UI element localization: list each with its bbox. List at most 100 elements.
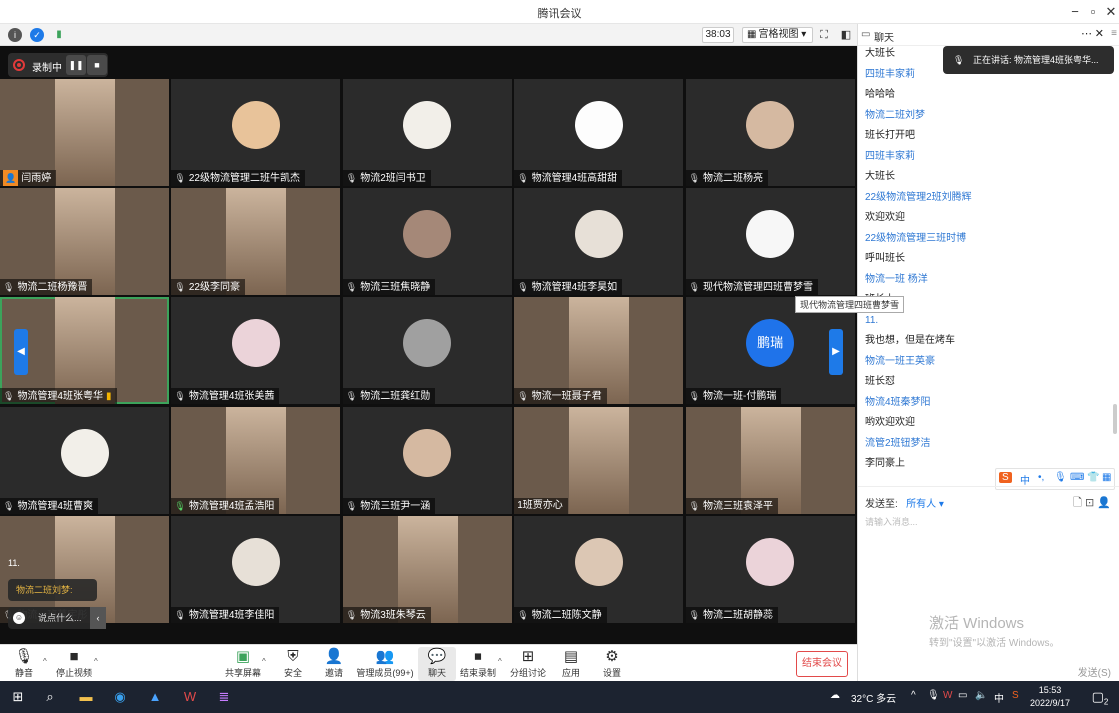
participant-tile[interactable]: 🎙 物流二班杨豫晋 xyxy=(0,188,169,296)
stop-video-button[interactable]: ■ 停止视频 xyxy=(52,647,96,681)
emoji-icon[interactable]: ☺ xyxy=(13,612,25,624)
end-meeting-button[interactable]: 结束会议 xyxy=(796,651,848,677)
pause-record-button[interactable]: ❚❚ xyxy=(66,55,86,75)
view-switch-button[interactable]: ▦ 宫格视图 ▾ xyxy=(742,27,814,43)
volume-icon[interactable]: 🔈 xyxy=(975,690,987,701)
participant-name-text: 物流二班龚红勋 xyxy=(360,391,431,403)
participant-tile[interactable]: 🎙 物流二班陈文静 xyxy=(514,515,684,623)
info-icon[interactable]: i xyxy=(8,28,22,42)
participant-tile[interactable]: 🎙 物流管理4班高甜甜 xyxy=(514,79,684,186)
participant-tile[interactable]: 🎙 物流一班聂子君 xyxy=(514,297,684,405)
participant-tile[interactable]: 🎙 物流管理4班孟浩阳 xyxy=(171,406,341,514)
float-chat-input[interactable]: ☺ 说点什么... ‹ xyxy=(8,607,106,629)
mic-tray-icon[interactable]: 🎙 xyxy=(927,690,940,701)
sogou-icon[interactable]: S xyxy=(999,472,1012,483)
microphone-muted-icon: 🎙 xyxy=(345,500,358,511)
participant-name: 🎙 物流三班焦晓静 xyxy=(342,279,436,296)
microphone-muted-icon: 🎙 xyxy=(345,391,358,402)
participant-tile[interactable]: 🎙 物流3班朱琴云 xyxy=(342,515,512,623)
ime-chinese-icon[interactable]: 中 xyxy=(1020,472,1030,487)
participant-tile[interactable]: 🎙 物流管理4班李佳阳 xyxy=(171,515,341,623)
participant-tile[interactable]: 🎙 物流三班尹一涵 xyxy=(342,406,512,514)
participant-tile[interactable]: 🎙 22级物流管理二班牛凯杰 xyxy=(171,79,341,186)
participant-tile[interactable]: 1班贾亦心 xyxy=(514,406,684,514)
wps-icon[interactable]: W xyxy=(180,687,200,707)
fullscreen-icon[interactable]: ⛶ xyxy=(817,28,831,42)
next-page-arrow[interactable]: ▶ xyxy=(829,329,843,375)
share-screen-button[interactable]: ▣ 共享屏幕 xyxy=(221,647,265,681)
weather-icon[interactable]: ☁ xyxy=(830,690,840,701)
record-chevron-icon[interactable]: ^ xyxy=(498,657,502,666)
close-icon[interactable]: ✕ xyxy=(1095,27,1104,40)
participant-tile[interactable]: 🎙 物流管理4班李昊如 xyxy=(514,188,684,296)
ime-keyboard-icon[interactable]: ⌨ xyxy=(1070,472,1084,483)
participant-name-text: 22级李同豪 xyxy=(188,282,240,294)
manage-members-button[interactable]: 👥 管理成员(99+) xyxy=(356,647,414,681)
weather-text[interactable]: 32°C 多云 xyxy=(851,690,896,705)
participant-tile[interactable]: 🎙 物流二班龚红勋 xyxy=(342,297,512,405)
participant-tile[interactable]: 👤 闫雨婷 xyxy=(0,79,169,186)
notification-icon[interactable]: ▢2 xyxy=(1090,687,1110,707)
signal-icon[interactable]: ▮ xyxy=(52,28,66,42)
invite-button[interactable]: 👤 邀请 xyxy=(312,647,356,681)
ime-skin-icon[interactable]: 👕 xyxy=(1087,472,1099,483)
chat-button[interactable]: 💬 聊天 xyxy=(418,647,456,681)
participant-tile[interactable]: 🎙 物流三班焦晓静 xyxy=(342,188,512,296)
ime-lang[interactable]: 中 xyxy=(994,690,1004,705)
avatar: 鹏瑞 xyxy=(746,319,795,368)
collapse-chevron-icon[interactable]: ‹ xyxy=(90,607,106,629)
meeting-app-icon[interactable]: ▲ xyxy=(145,687,165,707)
chat-icon: 💬 xyxy=(427,648,447,665)
file-icon[interactable]: 🗋 xyxy=(1073,497,1082,509)
participant-tile[interactable]: 🎙 22级李同豪 xyxy=(171,188,341,296)
stop-record-button[interactable]: ■ xyxy=(87,55,107,75)
network-icon[interactable]: ▭ xyxy=(958,690,967,701)
close-icon[interactable]: ✕ xyxy=(1100,3,1119,21)
prev-page-arrow[interactable]: ◀ xyxy=(14,329,28,375)
participant-tile[interactable]: 🎙 物流二班杨亮 xyxy=(685,79,855,186)
clock[interactable]: 15:53 2022/9/17 xyxy=(1030,684,1070,710)
chevron-down-icon[interactable]: ▾ xyxy=(936,499,944,510)
end-record-button[interactable]: ⏹ 结束录制 xyxy=(456,647,500,681)
participant-tile[interactable]: 🎙 现代物流管理四班曹梦雪 xyxy=(685,188,855,296)
chat-scrollbar[interactable] xyxy=(1113,404,1117,434)
mute-chevron-icon[interactable]: ^ xyxy=(43,657,47,666)
sogou-tray-icon[interactable]: S xyxy=(1012,690,1019,701)
share-chevron-icon[interactable]: ^ xyxy=(262,657,266,666)
send-button[interactable]: 发送(S) xyxy=(1078,664,1111,679)
start-icon[interactable]: ⊞ xyxy=(8,687,28,707)
ime-voice-icon[interactable]: 🎙 xyxy=(1054,472,1067,483)
user-settings-icon[interactable]: 👤 xyxy=(1097,497,1111,509)
wps-tray-icon[interactable]: W xyxy=(943,690,952,701)
tray-expand-icon[interactable]: ^ xyxy=(911,690,916,701)
participant-tile[interactable]: 🎙 物流三班袁泽平 xyxy=(685,406,855,514)
search-icon[interactable]: ⌕ xyxy=(40,687,60,707)
chat-message-text: 哈哈哈 xyxy=(865,89,895,100)
chat-sender: 四班丰家莉 xyxy=(865,150,915,162)
menu-icon[interactable]: ≡ xyxy=(1111,28,1117,39)
ime-menu-icon[interactable]: ▦ xyxy=(1102,472,1111,483)
chat-input[interactable]: 请输入消息... xyxy=(865,515,918,528)
media-app-icon[interactable]: ≣ xyxy=(214,687,234,707)
participant-tile[interactable]: 🎙 物流二班胡静蕊 xyxy=(685,515,855,623)
participant-tile[interactable]: 🎙 物流2班闫书卫 xyxy=(342,79,512,186)
security-button[interactable]: ⛨ 安全 xyxy=(271,647,315,681)
shield-icon[interactable]: ✓ xyxy=(30,28,44,42)
chat-header: ▭ 聊天 ⋯ ✕ ≡ xyxy=(858,24,1119,46)
participant-tile[interactable]: 🎙 物流管理4班曹爽 xyxy=(0,406,169,514)
mute-button[interactable]: 🎙 静音 xyxy=(2,647,46,681)
screenshot-icon[interactable]: ⊡ xyxy=(1085,497,1094,509)
breakout-button[interactable]: ⊞ 分组讨论 xyxy=(506,647,550,681)
video-chevron-icon[interactable]: ^ xyxy=(94,657,98,666)
settings-button[interactable]: ⚙ 设置 xyxy=(590,647,634,681)
send-to-label: 发送至: xyxy=(865,499,898,510)
apps-button[interactable]: ▤ 应用 xyxy=(549,647,593,681)
edge-icon[interactable]: ◉ xyxy=(110,687,130,707)
layout-icon[interactable]: ◧ xyxy=(839,28,853,42)
chat-message-text: 呼叫班长 xyxy=(865,253,905,264)
file-explorer-icon[interactable]: ▬ xyxy=(76,687,96,707)
ime-punct-icon[interactable]: •, xyxy=(1038,472,1044,483)
send-to-select[interactable]: 所有人 xyxy=(906,499,936,510)
more-icon[interactable]: ⋯ xyxy=(1081,27,1092,40)
participant-tile[interactable]: 🎙 物流管理4班张美茜 xyxy=(171,297,341,405)
